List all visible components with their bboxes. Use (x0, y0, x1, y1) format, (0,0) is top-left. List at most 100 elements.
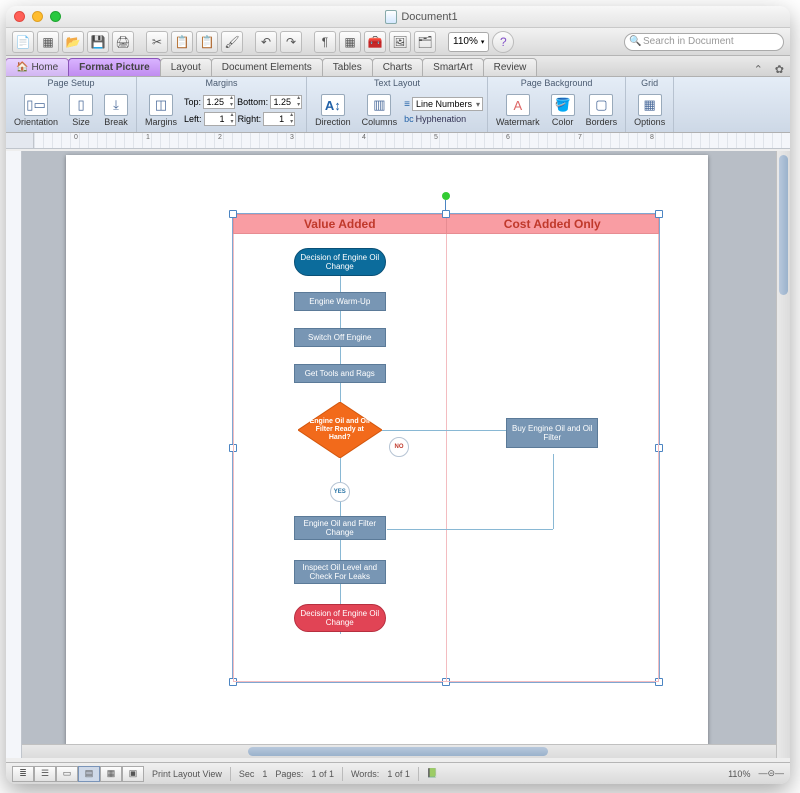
group-header: Text Layout (311, 78, 483, 89)
save-button[interactable]: 💾 (87, 31, 109, 53)
print-button[interactable]: 🖨 (112, 31, 134, 53)
orientation-button[interactable]: ▯▭Orientation (10, 92, 62, 129)
node-warmup: Engine Warm-Up (294, 292, 386, 311)
gallery-button[interactable]: 🖼 (389, 31, 411, 53)
lane-value-added: Decision of Engine Oil Change Engine War… (233, 234, 447, 682)
status-pages-label: Pages: (275, 769, 303, 779)
connector (382, 430, 448, 431)
rotate-handle[interactable] (442, 192, 450, 200)
zoom-slider-icon[interactable]: —⊝— (758, 768, 784, 779)
direction-button[interactable]: A↕Direction (311, 92, 355, 129)
search-placeholder: Search in Document (643, 36, 734, 47)
break-button[interactable]: ⤓Break (100, 92, 132, 129)
scrollbar-thumb[interactable] (779, 155, 788, 295)
margin-bottom-input[interactable]: 1.25 (270, 95, 302, 109)
ribbon-group-grid: Grid ▦Options (626, 77, 674, 132)
status-zoom-value[interactable]: 110% (728, 769, 750, 779)
page-color-button[interactable]: 🪣Color (547, 92, 579, 129)
horizontal-scrollbar[interactable] (22, 744, 776, 758)
view-focus-button[interactable]: ▣ (122, 766, 144, 782)
copy-button[interactable]: 📋 (171, 31, 193, 53)
columns-button[interactable]: ▥Columns (358, 92, 402, 129)
borders-button[interactable]: ▢Borders (582, 92, 622, 129)
ribbon-tabs: 🏠 Home Format Picture Layout Document El… (6, 56, 790, 77)
view-print-layout-button[interactable]: ▤ (78, 766, 100, 782)
status-words-label: Words: (351, 769, 379, 779)
ribbon-settings-icon[interactable]: ✿ (769, 63, 790, 76)
node-switchoff: Switch Off Engine (294, 328, 386, 347)
view-draft-button[interactable]: ≣ (12, 766, 34, 782)
window-zoom-button[interactable] (50, 11, 61, 22)
watermark-button[interactable]: AWatermark (492, 92, 544, 129)
ribbon-collapse-icon[interactable]: ⌃ (748, 63, 769, 76)
search-input[interactable]: Search in Document (624, 33, 784, 51)
margin-top-input[interactable]: 1.25 (203, 95, 235, 109)
zoom-select[interactable]: 110%▾ (448, 32, 489, 52)
tab-tables[interactable]: Tables (322, 58, 373, 76)
show-formatting-button[interactable]: ¶ (314, 31, 336, 53)
sidebar-button[interactable]: ▦ (339, 31, 361, 53)
resize-handle-tm[interactable] (442, 210, 450, 218)
connector (553, 454, 554, 529)
window-title: Document1 (401, 11, 457, 23)
margin-right-input[interactable]: 1 (263, 112, 295, 126)
selected-object-frame[interactable]: Value Added Cost Added Only Decision of … (232, 213, 660, 683)
window-minimize-button[interactable] (32, 11, 43, 22)
page: Value Added Cost Added Only Decision of … (66, 155, 708, 745)
ribbon-group-page-setup: Page Setup ▯▭Orientation ▯Size ⤓Break (6, 77, 137, 132)
document-area: Value Added Cost Added Only Decision of … (6, 151, 790, 758)
spellcheck-icon[interactable]: 📗 (427, 768, 438, 779)
tab-charts[interactable]: Charts (372, 58, 423, 76)
page-scroll-area[interactable]: Value Added Cost Added Only Decision of … (22, 151, 790, 758)
zoom-value: 110% (453, 36, 478, 47)
grid-options-button[interactable]: ▦Options (630, 92, 669, 129)
node-buy: Buy Engine Oil and Oil Filter (506, 418, 598, 448)
paste-button[interactable]: 📋 (196, 31, 218, 53)
tab-smartart[interactable]: SmartArt (422, 58, 483, 76)
template-button[interactable]: ▦ (37, 31, 59, 53)
help-button[interactable]: ? (492, 31, 514, 53)
window-titlebar: Document1 (6, 6, 790, 28)
ribbon: Page Setup ▯▭Orientation ▯Size ⤓Break Ma… (6, 77, 790, 133)
node-decision: Engine Oil and Oil Filter Ready at Hand? (298, 402, 382, 458)
quick-access-toolbar: 📄 ▦ 📂 💾 🖨 ✂ 📋 📋 🖌 ↶ ↷ ¶ ▦ 🧰 🖼 🗂 110%▾ ? … (6, 28, 790, 56)
flowchart-lanes: Decision of Engine Oil Change Engine War… (233, 234, 659, 682)
toolbox-button[interactable]: 🧰 (364, 31, 386, 53)
margins-button[interactable]: ◫Margins (141, 92, 181, 129)
tab-review[interactable]: Review (483, 58, 538, 76)
decision-yes-label: YES (330, 482, 350, 502)
media-button[interactable]: 🗂 (414, 31, 436, 53)
tab-document-elements[interactable]: Document Elements (211, 58, 323, 76)
view-publishing-button[interactable]: ▭ (56, 766, 78, 782)
node-change: Engine Oil and Filter Change (294, 516, 386, 540)
window-close-button[interactable] (14, 11, 25, 22)
ribbon-group-text-layout: Text Layout A↕Direction ▥Columns ≡Line N… (307, 77, 488, 132)
cut-button[interactable]: ✂ (146, 31, 168, 53)
resize-handle-tr[interactable] (655, 210, 663, 218)
line-numbers-select[interactable]: Line Numbers (412, 97, 483, 111)
open-button[interactable]: 📂 (62, 31, 84, 53)
group-header: Grid (630, 78, 669, 89)
undo-button[interactable]: ↶ (255, 31, 277, 53)
horizontal-ruler[interactable]: 012345678 (6, 133, 790, 149)
format-painter-button[interactable]: 🖌 (221, 31, 243, 53)
view-notebook-button[interactable]: ▦ (100, 766, 122, 782)
redo-button[interactable]: ↷ (280, 31, 302, 53)
hyphenation-button[interactable]: Hyphenation (416, 114, 467, 124)
tab-layout[interactable]: Layout (160, 58, 212, 76)
status-pages-value: 1 of 1 (311, 769, 334, 779)
tab-home[interactable]: 🏠 Home (6, 58, 69, 76)
tab-format-picture[interactable]: Format Picture (68, 58, 161, 76)
status-words-value: 1 of 1 (387, 769, 410, 779)
lane-header-cost-added: Cost Added Only (447, 215, 659, 233)
new-doc-button[interactable]: 📄 (12, 31, 34, 53)
ruler-corner (6, 133, 34, 148)
vertical-scrollbar[interactable] (776, 151, 790, 758)
view-outline-button[interactable]: ☰ (34, 766, 56, 782)
resize-handle-tl[interactable] (229, 210, 237, 218)
margin-left-input[interactable]: 1 (204, 112, 236, 126)
scrollbar-thumb[interactable] (248, 747, 548, 756)
size-button[interactable]: ▯Size (65, 92, 97, 129)
vertical-ruler[interactable] (6, 151, 22, 758)
decision-no-label: NO (389, 437, 409, 457)
